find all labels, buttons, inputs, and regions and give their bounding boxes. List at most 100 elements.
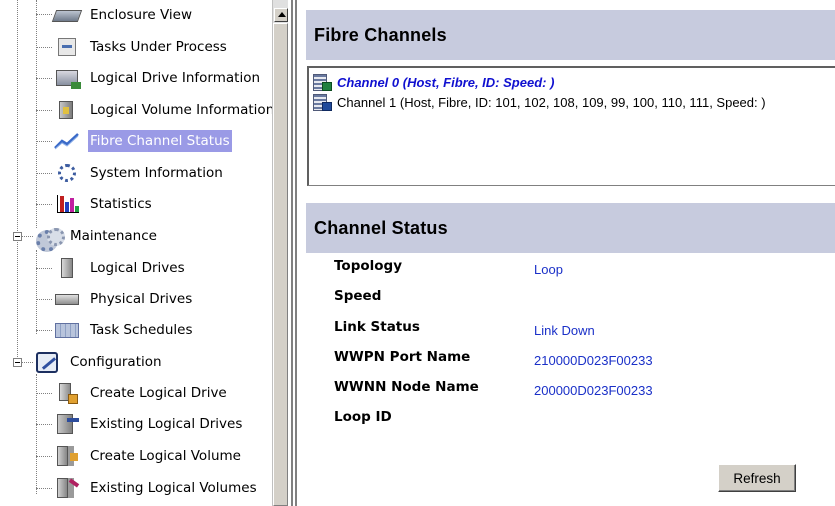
logical-volume-info-icon (54, 99, 80, 121)
tree-item-fibre-channel-status[interactable]: Fibre Channel Status (54, 129, 232, 153)
create-logical-volume-icon (54, 445, 80, 467)
channel-list-item[interactable]: Channel 1 (Host, Fibre, ID: 101, 102, 10… (313, 92, 766, 112)
logical-drive-icon (54, 257, 80, 279)
tree-item-tasks-under-process[interactable]: Tasks Under Process (54, 35, 229, 59)
fibre-channels-header: Fibre Channels (306, 10, 835, 60)
tree-item-create-logical-drive[interactable]: Create Logical Drive (54, 381, 229, 405)
status-row-loop-id: Loop ID (334, 409, 814, 431)
status-row-wwpn: WWPN Port Name 210000D023F00233 (334, 349, 814, 371)
tree-item-label: Fibre Channel Status (88, 130, 232, 152)
tree-item-create-logical-volume[interactable]: Create Logical Volume (54, 444, 243, 468)
tree-connector (36, 78, 52, 79)
system-info-icon (54, 162, 80, 184)
status-row-speed: Speed (334, 288, 814, 310)
tree-item-configuration[interactable]: Configuration (34, 350, 164, 374)
scroll-up-arrow-icon[interactable] (274, 8, 288, 22)
configuration-collapse-toggle[interactable] (13, 358, 22, 367)
tree-item-existing-logical-drives[interactable]: Existing Logical Drives (54, 412, 244, 436)
tree-item-label: Physical Drives (90, 291, 193, 307)
physical-drive-icon (54, 288, 80, 310)
scrollbar-thumb[interactable] (273, 23, 288, 506)
tasks-icon (54, 36, 80, 58)
tree-branch-line (36, 374, 37, 494)
status-value: 210000D023F00233 (534, 353, 653, 368)
maintenance-collapse-toggle[interactable] (13, 232, 22, 241)
tree-item-label: Logical Drive Information (90, 70, 261, 86)
tree-connector (36, 14, 52, 15)
tree-item-label: Create Logical Drive (90, 385, 227, 401)
channel-label: Channel 0 (Host, Fibre, ID: Speed: ) (337, 74, 555, 90)
channel-list-item[interactable]: Channel 0 (Host, Fibre, ID: Speed: ) (313, 72, 554, 92)
existing-logical-drives-icon (54, 413, 80, 435)
navigation-tree: Enclosure View Tasks Under Process Logic… (0, 0, 272, 506)
tree-trunk-line (17, 0, 18, 365)
tree-connector (36, 204, 52, 205)
tree-item-label: Existing Logical Drives (90, 416, 243, 432)
channel-status-title: Channel Status (314, 217, 448, 238)
tree-connector (36, 330, 52, 331)
tree-item-label: Existing Logical Volumes (90, 480, 257, 496)
tree-item-logical-drives[interactable]: Logical Drives (54, 256, 187, 280)
status-row-topology: Topology Loop (334, 258, 814, 280)
existing-logical-volumes-icon (54, 477, 80, 499)
status-label: Speed (334, 288, 382, 304)
tree-item-statistics[interactable]: Statistics (54, 192, 154, 216)
tree-item-label: Logical Volume Information (90, 102, 272, 118)
tree-connector (36, 173, 52, 174)
tree-item-task-schedules[interactable]: Task Schedules (54, 318, 195, 342)
tree-branch-line (36, 250, 37, 334)
fibre-channels-title: Fibre Channels (314, 24, 447, 45)
tree-branch-line (36, 0, 37, 228)
fibre-channel-port-icon (313, 73, 332, 91)
tree-connector (36, 141, 52, 142)
channel-list: Channel 0 (Host, Fibre, ID: Speed: ) Cha… (307, 66, 835, 186)
tree-item-label: Task Schedules (90, 322, 193, 338)
tree-item-maintenance[interactable]: Maintenance (34, 224, 159, 252)
tree-item-label: Enclosure View (90, 7, 192, 23)
fibre-channel-port-icon (313, 93, 332, 111)
task-schedule-icon (54, 319, 80, 341)
tree-connector (36, 110, 52, 111)
tree-item-label: Tasks Under Process (90, 39, 227, 55)
channel-label: Channel 1 (Host, Fibre, ID: 101, 102, 10… (337, 94, 766, 110)
refresh-button[interactable]: Refresh (718, 464, 796, 492)
tree-item-label: Logical Drives (90, 260, 185, 276)
status-row-wwnn: WWNN Node Name 200000D023F00233 (334, 379, 814, 401)
tree-item-logical-volume-information[interactable]: Logical Volume Information (54, 98, 272, 122)
tree-item-enclosure-view[interactable]: Enclosure View (51, 3, 194, 27)
create-logical-drive-icon (54, 382, 80, 404)
channel-status-header: Channel Status (306, 203, 835, 253)
tree-item-label: System Information (90, 165, 223, 181)
tree-item-logical-drive-information[interactable]: Logical Drive Information (54, 66, 262, 90)
configuration-icon (34, 351, 60, 373)
status-label: Link Status (334, 319, 420, 335)
status-label: Loop ID (334, 409, 392, 425)
tree-item-label: Maintenance (70, 228, 157, 244)
tree-item-physical-drives[interactable]: Physical Drives (54, 287, 194, 311)
status-value: 200000D023F00233 (534, 383, 653, 398)
logical-drive-info-icon (54, 67, 81, 89)
enclosure-icon (51, 4, 83, 26)
main-panel: Fibre Channels Channel 0 (Host, Fibre, I… (306, 0, 835, 506)
status-row-link-status: Link Status Link Down (334, 319, 814, 341)
tree-item-system-information[interactable]: System Information (54, 161, 225, 185)
tree-connector (36, 299, 52, 300)
tree-connector (36, 456, 52, 457)
status-value: Link Down (534, 323, 595, 338)
tree-item-label: Configuration (70, 354, 162, 370)
status-label: WWNN Node Name (334, 379, 479, 395)
tree-connector (36, 424, 52, 425)
fibre-channel-icon (54, 130, 80, 152)
status-value: Loop (534, 262, 563, 277)
app-window: Enclosure View Tasks Under Process Logic… (0, 0, 835, 506)
status-label: WWPN Port Name (334, 349, 471, 365)
statistics-icon (54, 193, 80, 215)
tree-vertical-scrollbar[interactable] (272, 0, 288, 506)
maintenance-icon (34, 225, 65, 252)
status-label: Topology (334, 258, 402, 274)
pane-splitter[interactable] (288, 0, 306, 506)
tree-connector (36, 47, 52, 48)
tree-item-existing-logical-volumes[interactable]: Existing Logical Volumes (54, 476, 259, 500)
tree-connector (36, 268, 52, 269)
tree-item-label: Create Logical Volume (90, 448, 241, 464)
